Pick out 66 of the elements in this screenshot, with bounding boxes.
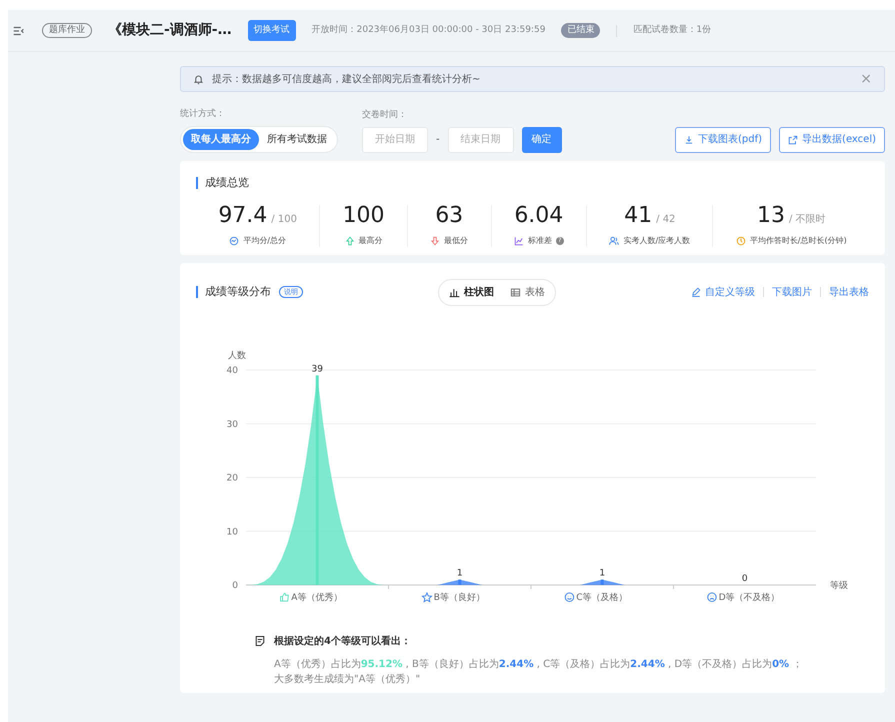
action-button[interactable]: 下载图表(pdf) xyxy=(675,126,772,152)
note-icon xyxy=(254,635,266,647)
section-title: 成绩总览 xyxy=(196,176,869,188)
bell-icon xyxy=(193,74,204,84)
tag-label: 题库作业 xyxy=(42,22,92,38)
notice-text: 提示：数据越多可信度越高，建议全部阅完后查看统计分析~ xyxy=(212,72,482,86)
stat-label: 实考人数/应考人数 xyxy=(623,234,690,246)
link[interactable]: 下载图片 xyxy=(772,284,812,300)
section-title: 成绩等级分布 xyxy=(196,286,271,298)
stat-total: / 100 xyxy=(271,212,297,226)
bar xyxy=(600,579,604,584)
stat-value: 63 xyxy=(435,204,464,226)
filter-label: 统计方式： xyxy=(180,108,226,121)
tick-label: 40 xyxy=(226,366,238,376)
stat-value: 41 xyxy=(624,204,652,226)
tick-label: 20 xyxy=(226,473,238,483)
stat-label: 平均分/总分 xyxy=(243,234,286,246)
axis-title: 等级 xyxy=(830,580,848,590)
mode-tab[interactable]: 所有考试数据 xyxy=(259,128,335,150)
link[interactable]: 导出表格 xyxy=(829,284,869,300)
switch-exam-button[interactable]: 切换考试 xyxy=(248,20,296,42)
paper-count-text: 匹配试卷数量：1份 xyxy=(633,24,712,37)
table-icon xyxy=(510,286,521,298)
close-button[interactable]: × xyxy=(860,68,872,90)
confirm-button[interactable]: 确定 xyxy=(522,126,562,152)
stat-value: 100 xyxy=(342,204,385,226)
view-tab[interactable]: 表格 xyxy=(502,282,553,302)
stat-label: 标准差 xyxy=(528,234,552,246)
link[interactable]: 自定义等级 xyxy=(691,284,755,300)
stat-value: 97.4 xyxy=(218,204,268,226)
download-icon xyxy=(684,134,694,144)
data-label: 1 xyxy=(599,568,606,578)
category-label: C等（及格） xyxy=(576,592,628,602)
bar-chart-icon xyxy=(449,286,460,298)
stat-label: 最高分 xyxy=(358,234,383,246)
stat-label: 平均作答时长/总时长(分钟) xyxy=(750,234,847,246)
tick-label: 0 xyxy=(232,580,238,590)
status-badge: 已结束 xyxy=(561,22,600,38)
category-label: A等（优秀） xyxy=(291,592,342,602)
summary-title: 根据设定的4个等级可以看出： xyxy=(274,634,411,648)
pencil-icon xyxy=(691,287,701,297)
stat-total: / 不限时 xyxy=(788,212,826,226)
data-label: 39 xyxy=(312,364,323,374)
category-label: B等（良好） xyxy=(434,592,485,602)
stat-label: 最低分 xyxy=(444,234,468,246)
filter-label: 交卷时间： xyxy=(362,109,408,122)
axis-title: 人数 xyxy=(228,350,246,360)
export-icon xyxy=(788,134,798,144)
start-date-field[interactable]: 开始日期 xyxy=(362,126,428,152)
open-time-text: 开放时间：2023年06月03日 00:00:00 - 30日 23:59:59 xyxy=(312,24,546,37)
summary-text: A等（优秀）占比为95.12% , B等（良好）占比为2.44% , C等（及格）占比为2.44% , D等（不及格）占比为0% ； 大多数考生成绩为"A等（优秀）" xyxy=(273,658,804,686)
stat-total: / 42 xyxy=(656,212,676,226)
action-button[interactable]: 导出数据(excel) xyxy=(779,126,885,152)
data-label: 1 xyxy=(456,568,463,578)
end-date-field[interactable]: 结束日期 xyxy=(448,126,514,152)
exam-title: 《模块二-调酒师-… xyxy=(108,21,232,40)
stat-value: 6.04 xyxy=(514,204,564,226)
tick-label: 10 xyxy=(226,526,238,537)
category-label: D等（不及格） xyxy=(718,592,780,602)
bar xyxy=(458,579,462,584)
separator-text: - xyxy=(436,133,440,147)
mode-tab[interactable]: 取每人最高分 xyxy=(183,128,259,150)
data-label: 0 xyxy=(742,574,748,584)
tick-label: 30 xyxy=(226,419,238,430)
view-tab[interactable]: 柱状图 xyxy=(441,282,502,302)
stat-value: 13 xyxy=(756,204,785,226)
